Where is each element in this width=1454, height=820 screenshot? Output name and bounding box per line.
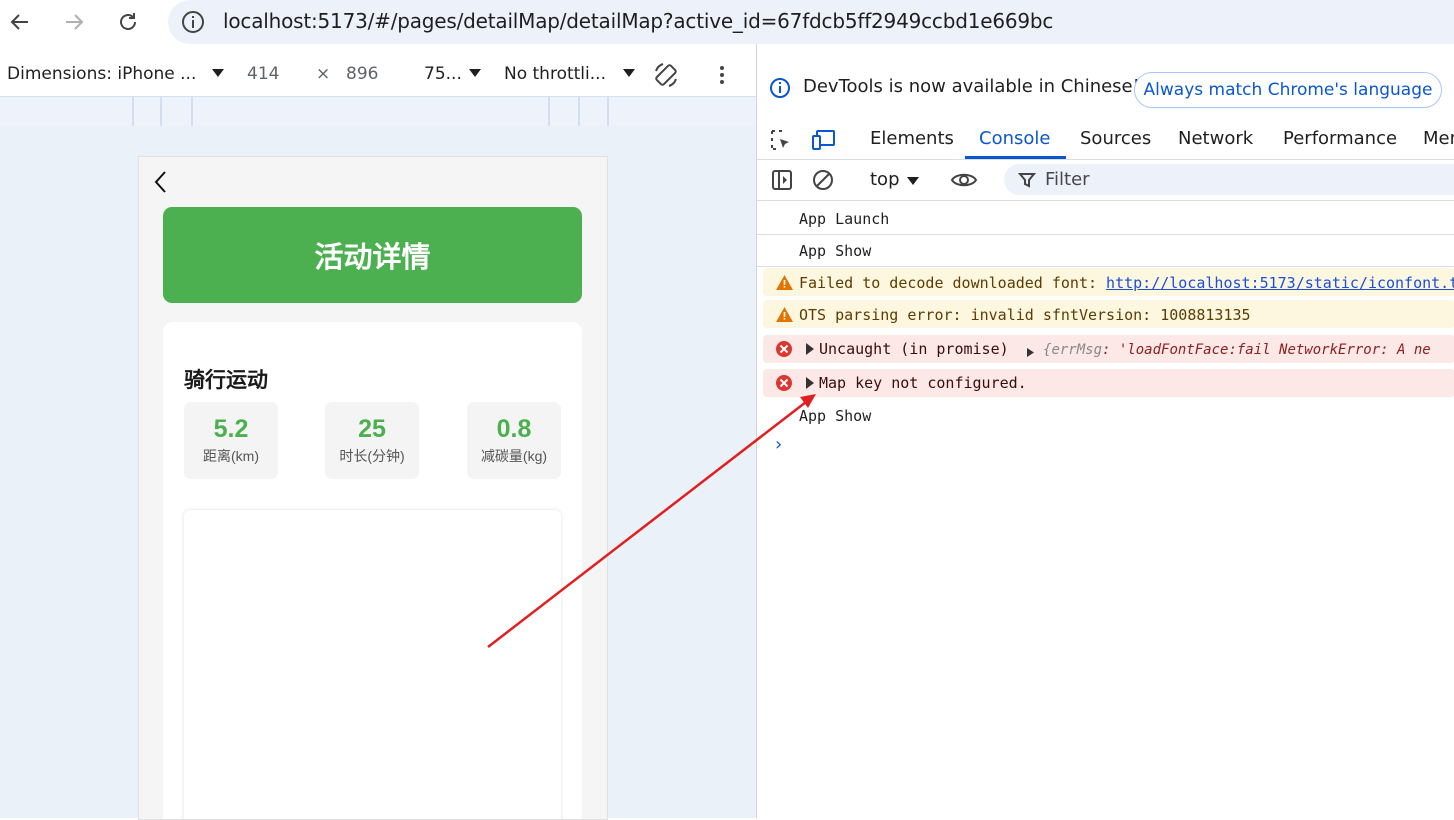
warning-icon xyxy=(776,307,793,322)
console-message[interactable]: App Launch xyxy=(757,202,1454,235)
error-object[interactable]: {errMsg: 'loadFontFace:fail NetworkError… xyxy=(1043,342,1431,358)
stat-distance: 5.2 距离(km) xyxy=(184,402,278,479)
arrow-right-icon xyxy=(66,14,84,30)
device-viewport: 活动详情 骑行运动 5.2 距离(km) 25 时长(分钟) 0.8 减碳量(k… xyxy=(0,126,756,820)
filter-input[interactable]: Filter xyxy=(1004,164,1454,195)
error-text: Map key not configured. xyxy=(819,374,1027,392)
ruler-tick xyxy=(578,97,580,126)
back-button[interactable] xyxy=(4,6,36,38)
chevron-down-icon[interactable] xyxy=(623,69,635,77)
eye-icon[interactable] xyxy=(950,168,978,192)
sidebar-toggle-icon[interactable] xyxy=(770,168,794,192)
address-bar[interactable]: localhost:5173/#/pages/detailMap/detailM… xyxy=(168,0,1454,44)
hero-banner: 活动详情 xyxy=(163,207,582,303)
url-text[interactable]: localhost:5173/#/pages/detailMap/detailM… xyxy=(223,9,1053,33)
log-text: App Show xyxy=(799,242,872,260)
warning-text: Failed to decode downloaded font: http:/… xyxy=(799,274,1454,292)
dimensions-select[interactable]: Dimensions: iPhone ... xyxy=(7,64,196,84)
context-select[interactable]: top xyxy=(870,169,900,190)
chevron-down-icon[interactable] xyxy=(212,69,224,77)
forward-button[interactable] xyxy=(58,6,90,38)
banner-text: DevTools is now available in Chinese! xyxy=(803,76,1140,97)
more-vert-icon[interactable] xyxy=(716,64,728,86)
arrow-left-icon xyxy=(10,14,28,30)
reload-icon xyxy=(120,13,136,30)
times-symbol: × xyxy=(316,64,331,84)
stat-label: 距离(km) xyxy=(203,448,259,464)
match-language-button[interactable]: Always match Chrome's language xyxy=(1134,72,1442,108)
height-input[interactable]: 896 xyxy=(346,64,378,84)
console-warning[interactable]: OTS parsing error: invalid sfntVersion: … xyxy=(763,300,1454,328)
page-nav-bar xyxy=(139,157,607,207)
tab-network[interactable]: Network xyxy=(1178,128,1253,149)
tab-memory[interactable]: Mem xyxy=(1423,128,1454,149)
console-message[interactable]: App Show xyxy=(757,234,1454,267)
log-text: App Launch xyxy=(799,210,890,228)
devtools-panel: DevTools is now available in Chinese! Al… xyxy=(756,44,1454,818)
chevron-down-icon[interactable] xyxy=(907,177,919,185)
console-error[interactable]: Map key not configured. xyxy=(763,369,1454,397)
phone-screen: 活动详情 骑行运动 5.2 距离(km) 25 时长(分钟) 0.8 减碳量(k… xyxy=(138,156,608,820)
rotate-icon[interactable] xyxy=(652,61,680,89)
ruler-tick xyxy=(191,97,193,126)
stat-duration: 25 时长(分钟) xyxy=(325,402,419,479)
browser-toolbar: localhost:5173/#/pages/detailMap/detailM… xyxy=(0,0,1454,44)
stat-value: 5.2 xyxy=(213,415,249,443)
active-tab-indicator xyxy=(965,156,1066,159)
throttling-select[interactable]: No throttli... xyxy=(504,64,606,84)
ruler-tick xyxy=(160,97,162,126)
inspect-element-icon[interactable] xyxy=(769,128,793,152)
ruler-tick xyxy=(607,97,609,126)
expand-triangle-icon[interactable] xyxy=(805,343,815,355)
object-key: errMsg xyxy=(1051,342,1103,358)
media-query-ruler[interactable] xyxy=(0,96,756,127)
log-text: App Show xyxy=(799,407,872,425)
clear-console-icon[interactable] xyxy=(811,168,835,192)
ruler-tick xyxy=(132,97,134,126)
stat-value: 0.8 xyxy=(496,415,532,443)
devtools-tabs: Elements Console Sources Network Perform… xyxy=(757,118,1454,160)
zoom-select[interactable]: 75... xyxy=(424,64,462,84)
warning-icon xyxy=(776,275,793,290)
filter-placeholder: Filter xyxy=(1045,169,1090,190)
object-value: : 'loadFontFace:fail NetworkError: A ne xyxy=(1102,342,1431,358)
map-container[interactable] xyxy=(184,510,561,819)
device-toggle-icon[interactable] xyxy=(811,128,837,152)
chevron-down-icon[interactable] xyxy=(469,69,481,77)
card-title: 骑行运动 xyxy=(184,369,268,392)
activity-card: 骑行运动 5.2 距离(km) 25 时长(分钟) 0.8 减碳量(kg) xyxy=(163,322,582,819)
stat-carbon: 0.8 减碳量(kg) xyxy=(467,402,561,479)
ruler-tick xyxy=(548,97,550,126)
tab-console[interactable]: Console xyxy=(979,128,1050,149)
device-toolbar: Dimensions: iPhone ... 414 × 896 75... N… xyxy=(0,54,756,96)
warning-text: OTS parsing error: invalid sfntVersion: … xyxy=(799,306,1251,324)
error-icon xyxy=(776,341,792,357)
console-message[interactable]: App Show xyxy=(757,399,1454,431)
console-error[interactable]: Uncaught (in promise) {errMsg: 'loadFont… xyxy=(763,335,1454,363)
language-banner: DevTools is now available in Chinese! Al… xyxy=(757,64,1454,110)
tab-elements[interactable]: Elements xyxy=(870,128,954,149)
console-warning[interactable]: Failed to decode downloaded font: http:/… xyxy=(763,268,1454,296)
tab-performance[interactable]: Performance xyxy=(1283,128,1397,149)
source-link[interactable]: http://localhost:5173/static/iconfont.t xyxy=(1106,274,1454,292)
stat-label: 时长(分钟) xyxy=(339,448,405,464)
stat-label: 减碳量(kg) xyxy=(480,448,548,464)
error-text: Uncaught (in promise) xyxy=(819,340,1009,358)
stat-value: 25 xyxy=(358,415,386,443)
reload-button[interactable] xyxy=(112,6,144,38)
error-icon xyxy=(776,375,792,391)
chevron-left-icon[interactable] xyxy=(153,170,169,194)
filter-icon xyxy=(1018,173,1036,188)
console-prompt[interactable]: › xyxy=(775,434,782,455)
tab-sources[interactable]: Sources xyxy=(1080,128,1151,149)
expand-triangle-icon[interactable] xyxy=(805,377,815,389)
info-icon xyxy=(770,78,790,98)
expand-object-icon[interactable] xyxy=(1027,348,1034,357)
site-info-icon[interactable] xyxy=(180,9,206,35)
console-toolbar: top Filter xyxy=(757,160,1454,201)
warning-message: Failed to decode downloaded font: xyxy=(799,274,1107,292)
width-input[interactable]: 414 xyxy=(247,64,279,84)
